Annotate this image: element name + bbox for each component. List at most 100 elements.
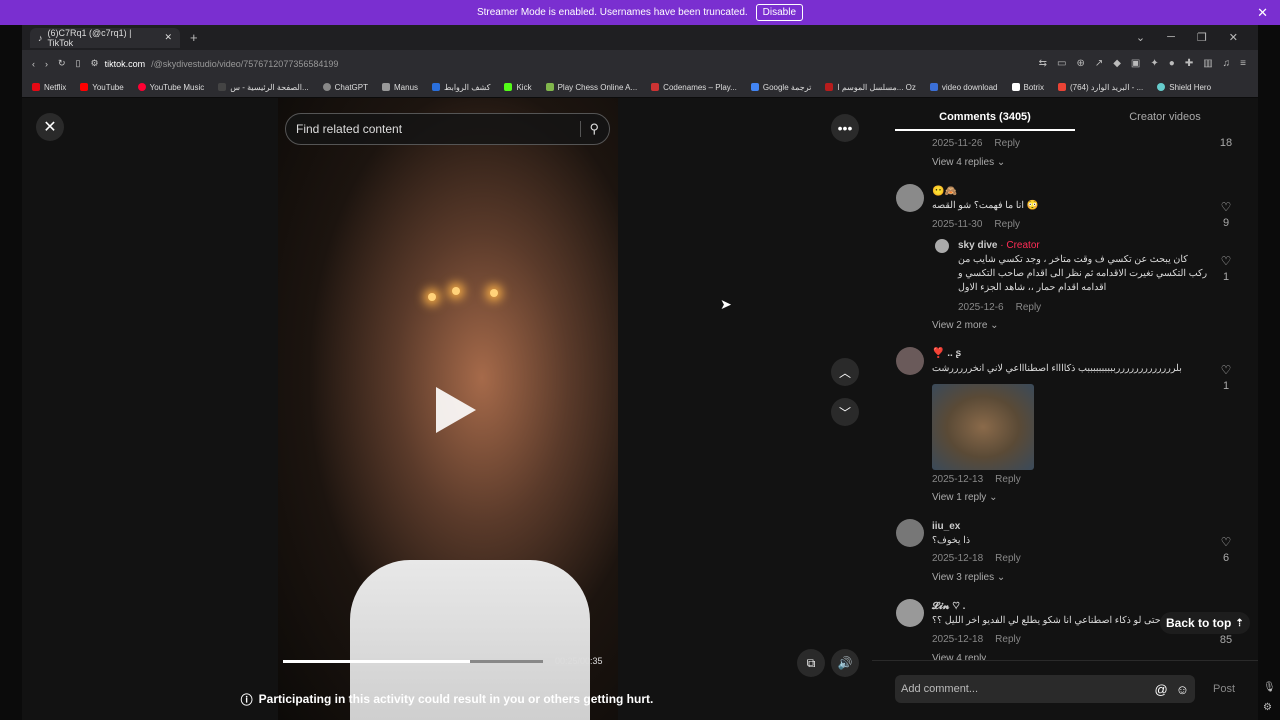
search-input[interactable]: Find related content ⚲	[285, 113, 610, 145]
settings-icon[interactable]: ⚙	[1263, 702, 1272, 713]
cast-icon[interactable]: ▭	[1057, 58, 1066, 69]
heart-icon[interactable]: ♡	[1217, 200, 1235, 214]
brave-shield-icon[interactable]: ◆	[1113, 58, 1121, 69]
view-more-replies-button[interactable]: View 2 more ⌄	[932, 320, 999, 331]
previous-video-button[interactable]: ︿	[831, 358, 859, 386]
more-options-button[interactable]: •••	[831, 114, 859, 142]
media-icon[interactable]: ♫	[1223, 58, 1231, 69]
video-progress-bar[interactable]	[283, 660, 543, 663]
url-host: tiktok.com	[104, 58, 146, 69]
volume-button[interactable]: 🔊	[831, 649, 859, 677]
bookmark-item[interactable]: ChatGPT	[322, 83, 368, 92]
site-info-icon[interactable]: ⚙	[91, 58, 99, 69]
close-video-button[interactable]: ✕	[36, 113, 64, 141]
reply-button[interactable]: Reply	[994, 219, 1020, 230]
search-icon[interactable]: ⚲	[580, 121, 599, 137]
extension-icon[interactable]: ●	[1169, 58, 1175, 69]
add-comment-input[interactable]: Add comment... @ ☺	[895, 675, 1195, 703]
bookmark-item[interactable]: الصفحة الرئيسية - س...	[218, 83, 309, 92]
arrow-up-icon: ⇡	[1235, 617, 1244, 629]
tab-comments[interactable]: Comments (3405)	[895, 105, 1075, 131]
translate-icon[interactable]: ⇆	[1039, 58, 1047, 69]
next-video-button[interactable]: ﹀	[831, 398, 859, 426]
heart-icon[interactable]: ♡	[1217, 535, 1235, 549]
avatar[interactable]	[935, 239, 949, 253]
bookmark-item[interactable]: Kick	[504, 83, 532, 92]
reply-button[interactable]: Reply	[995, 553, 1021, 564]
reply-text: كان يبحث عن تكسي ف وقت متاخر ، وجد تكسي …	[958, 254, 1208, 293]
url-field[interactable]: ⚙ tiktok.com /@skydivestudio/video/757671…	[91, 58, 339, 69]
reply-button[interactable]: Reply	[1016, 302, 1042, 313]
bookmark-item[interactable]: YouTube	[80, 83, 124, 92]
bookmark-item[interactable]: Shield Hero	[1157, 83, 1211, 92]
forward-icon[interactable]: ›	[45, 59, 48, 69]
comment-image[interactable]	[932, 384, 1034, 470]
tab-search-icon[interactable]: ⌄	[1136, 31, 1145, 44]
comment-date: 2025-12-18	[932, 553, 984, 564]
close-tab-icon[interactable]: ✕	[164, 32, 172, 43]
close-banner-icon[interactable]: ✕	[1257, 5, 1268, 21]
bookmark-item[interactable]: Botrix	[1011, 83, 1044, 92]
bookmark-item[interactable]: البريد الوارد (764) - ...	[1057, 83, 1143, 92]
reply-username[interactable]: sky dive · Creator	[958, 240, 1040, 251]
bookmark-item[interactable]: Netflix	[32, 83, 66, 92]
zoom-icon[interactable]: ⊕	[1076, 58, 1084, 69]
restore-icon[interactable]: ❐	[1197, 31, 1207, 44]
minimize-icon[interactable]: ─	[1167, 31, 1175, 44]
view-replies-button[interactable]: View 3 replies ⌄	[932, 572, 1005, 583]
reload-icon[interactable]: ↻	[58, 58, 66, 69]
ellipsis-icon: •••	[837, 120, 853, 136]
bookmark-item[interactable]: YouTube Music	[137, 83, 204, 92]
puzzle-icon[interactable]: ✚	[1185, 58, 1193, 69]
add-comment-placeholder: Add comment...	[901, 683, 979, 695]
avatar[interactable]	[896, 184, 924, 212]
comment-username[interactable]: ❣️ .. ʂ	[932, 348, 961, 359]
microphone-icon[interactable]: 🎙	[1263, 682, 1276, 693]
comment-username[interactable]: 😶🙈	[932, 186, 957, 197]
view-replies-button[interactable]: View 4 replies ⌄	[932, 157, 1005, 168]
banner-text: Streamer Mode is enabled. Usernames have…	[476, 7, 748, 18]
new-tab-icon[interactable]: +	[190, 30, 198, 45]
safety-warning: ⓘ Participating in this activity could r…	[22, 685, 872, 713]
close-window-icon[interactable]: ✕	[1229, 31, 1238, 44]
sidebar-icon[interactable]: ▥	[1203, 58, 1212, 69]
back-icon[interactable]: ‹	[32, 59, 35, 69]
mention-icon[interactable]: @	[1155, 682, 1168, 697]
reply-button[interactable]: Reply	[995, 474, 1021, 485]
view-replies-button[interactable]: View 4 reply	[932, 653, 986, 660]
avatar[interactable]	[896, 599, 924, 627]
heart-icon[interactable]: ♡	[1217, 254, 1235, 268]
bookmark-item[interactable]: Play Chess Online A...	[545, 83, 637, 92]
picture-in-picture-button[interactable]: ⧉	[797, 649, 825, 677]
close-icon: ✕	[43, 119, 57, 136]
share-icon[interactable]: ↗	[1095, 58, 1103, 69]
back-to-top-button[interactable]: Back to top ⇡	[1160, 612, 1250, 634]
reply-button[interactable]: Reply	[994, 138, 1020, 149]
menu-icon[interactable]: ≡	[1240, 58, 1246, 69]
comment-username[interactable]: 𝓛𝓲𝓷 ♡ .	[932, 601, 965, 612]
play-icon[interactable]	[430, 385, 480, 435]
emoji-icon[interactable]: ☺	[1176, 682, 1189, 697]
bookmark-icon[interactable]: ▯	[76, 58, 81, 69]
browser-tab[interactable]: ♪ (6)C7Rq1 (@c7rq1) | TikTok ✕	[30, 27, 180, 48]
bookmark-item[interactable]: Google ترجمة	[750, 83, 811, 92]
bookmark-item[interactable]: Manus	[382, 83, 418, 92]
disable-button[interactable]: Disable	[755, 4, 804, 21]
tab-creator-videos[interactable]: Creator videos	[1075, 105, 1255, 131]
avatar[interactable]	[896, 347, 924, 375]
comment-username[interactable]: iiu_ex	[932, 521, 960, 532]
view-replies-button[interactable]: View 1 reply ⌄	[932, 492, 997, 503]
bookmark-item[interactable]: Codenames – Play...	[651, 83, 737, 92]
extension-icon[interactable]: ▣	[1131, 58, 1140, 69]
bookmark-item[interactable]: كشف الروابط	[432, 83, 490, 92]
bookmark-item[interactable]: video download	[929, 83, 998, 92]
extension-icon[interactable]: ✦	[1150, 58, 1158, 69]
heart-icon[interactable]: ♡	[1217, 363, 1235, 377]
video-time: 00:25/00:35	[555, 656, 603, 666]
avatar[interactable]	[896, 519, 924, 547]
reply-button[interactable]: Reply	[995, 634, 1021, 645]
bookmark-item[interactable]: مسلسل الموسم ا... Oz	[825, 83, 916, 92]
post-button[interactable]: Post	[1213, 683, 1235, 695]
comment-date: 2025-12-13	[932, 474, 984, 485]
comment-text: ذا يخوف؟	[932, 535, 971, 546]
